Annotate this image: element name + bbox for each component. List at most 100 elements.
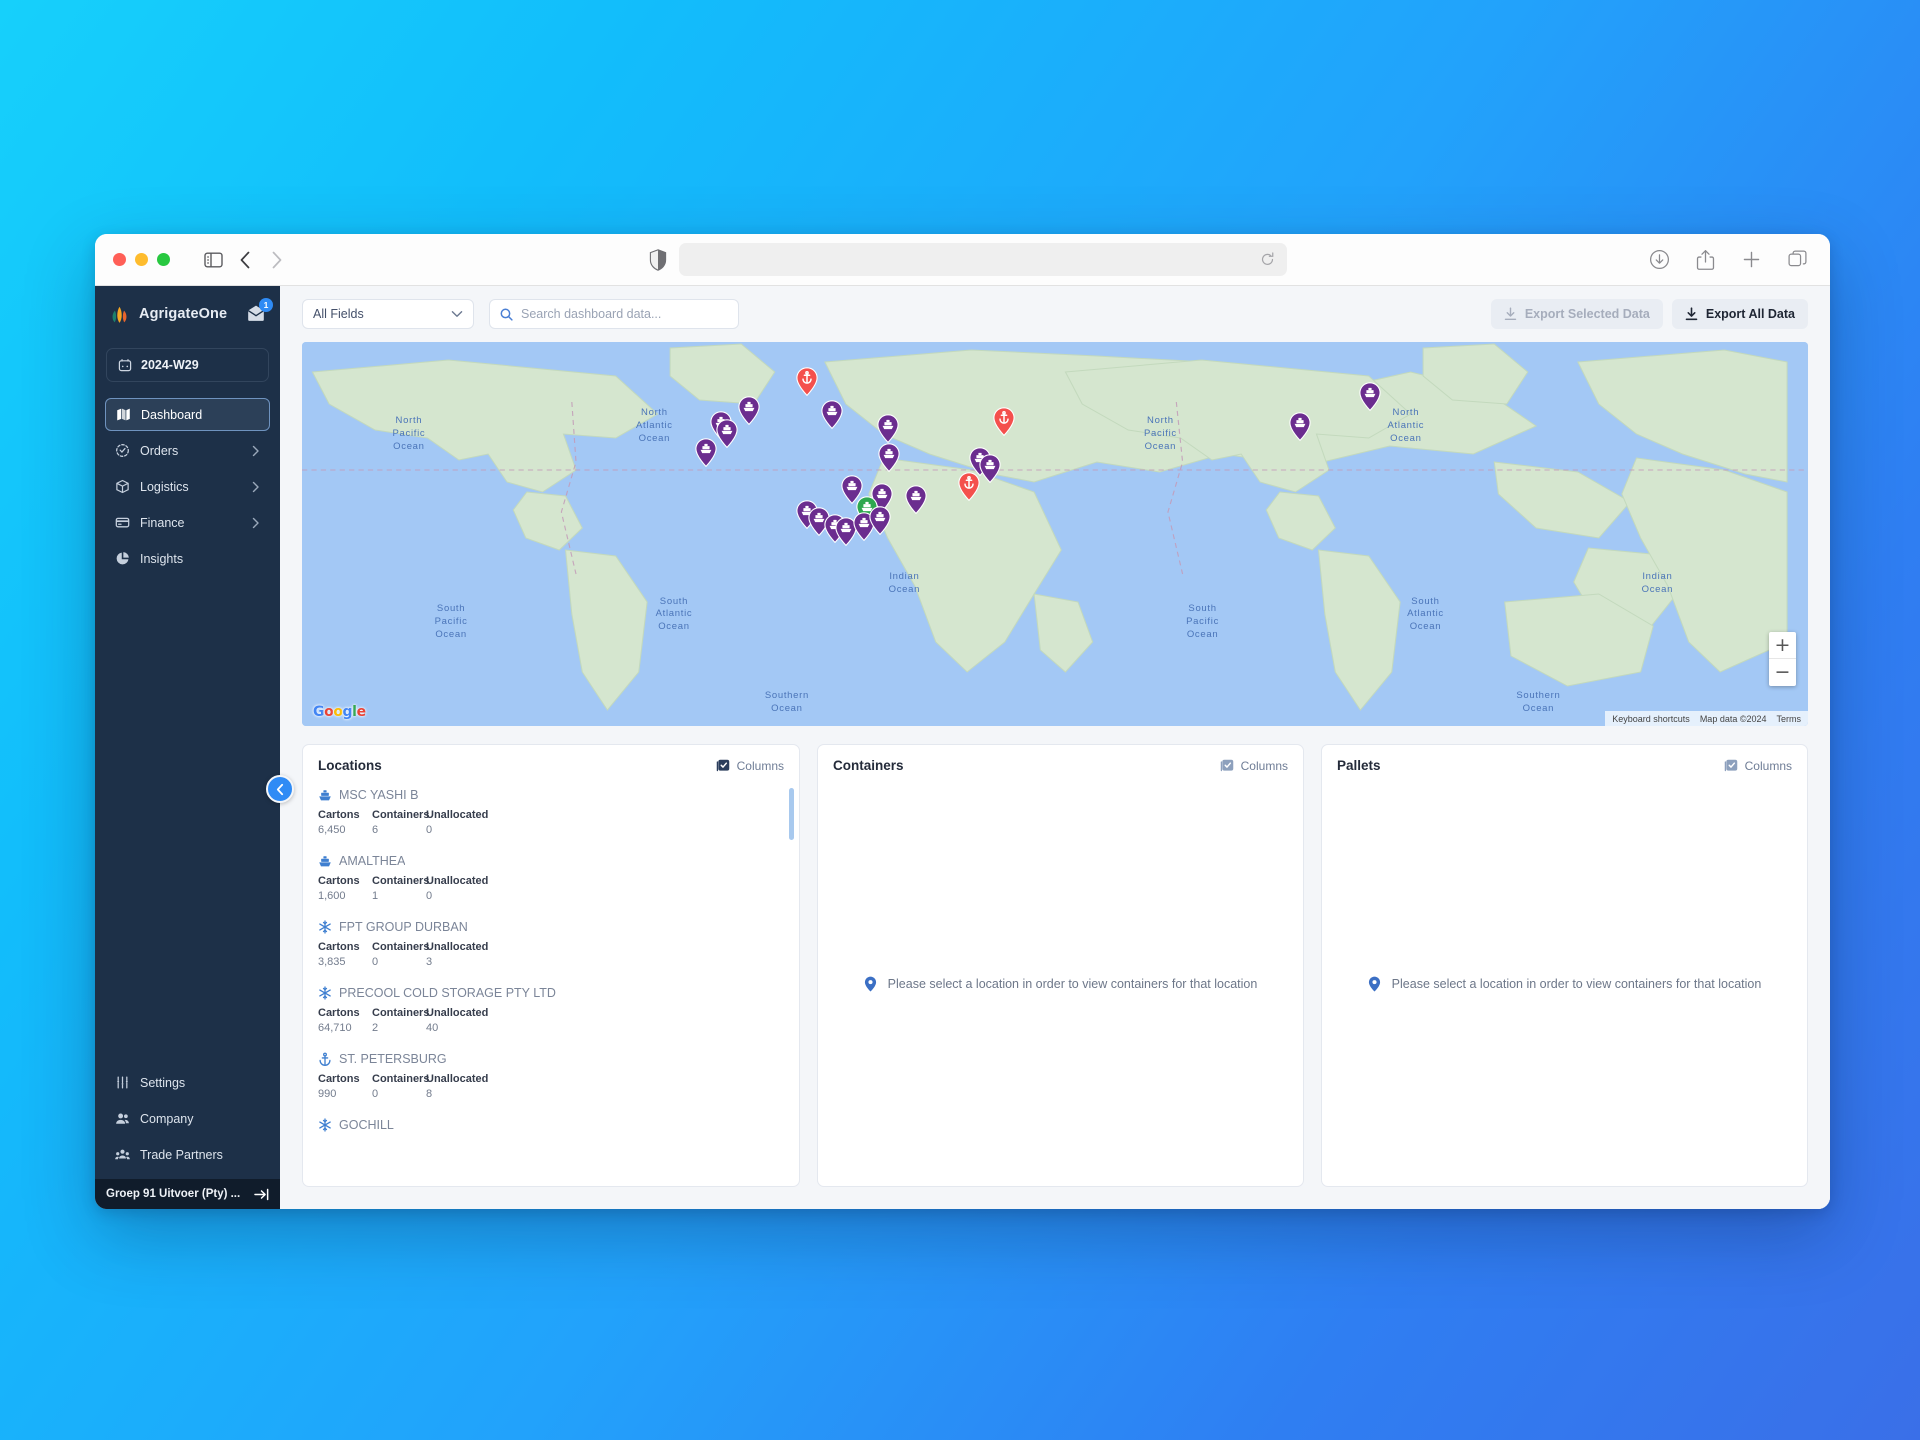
containers-columns-button[interactable]: Columns bbox=[1220, 759, 1288, 773]
back-button[interactable] bbox=[230, 245, 260, 275]
pallets-panel: Pallets Columns Please select a location… bbox=[1321, 744, 1808, 1187]
map-marker-ship[interactable] bbox=[694, 438, 717, 468]
locations-columns-button[interactable]: Columns bbox=[716, 759, 784, 773]
map-marker-port[interactable] bbox=[993, 407, 1015, 437]
stat-containers: Containers 0 bbox=[372, 939, 429, 970]
location-name-row[interactable]: ST. PETERSBURG bbox=[318, 1046, 784, 1071]
sidebar-toggle-icon[interactable] bbox=[198, 245, 228, 275]
stat-value: 6,450 bbox=[318, 824, 346, 836]
map-marker-port[interactable] bbox=[958, 472, 980, 502]
location-item[interactable]: PRECOOL COLD STORAGE PTY LTD Cartons 64,71… bbox=[318, 980, 784, 1046]
sidebar-item-label: Logistics bbox=[140, 479, 189, 494]
ship-icon bbox=[318, 854, 332, 868]
search-input[interactable] bbox=[521, 307, 728, 321]
map-marker-ship[interactable] bbox=[1289, 412, 1312, 442]
settings-icon bbox=[115, 1075, 130, 1090]
panel-title: Pallets bbox=[1337, 758, 1381, 773]
agrigate-leaf-logo bbox=[112, 306, 127, 323]
location-item[interactable]: ST. PETERSBURG Cartons 990 Containers 0 Unall… bbox=[318, 1046, 784, 1112]
stat-unallocated: Unallocated 0 bbox=[426, 873, 511, 904]
stat-header: Containers bbox=[372, 1007, 430, 1019]
keyboard-shortcuts-link[interactable]: Keyboard shortcuts bbox=[1612, 714, 1690, 724]
location-name-row[interactable]: AMALTHEA bbox=[318, 848, 784, 873]
locations-scrollbar[interactable] bbox=[789, 788, 794, 840]
export-all-data-button[interactable]: Export All Data bbox=[1671, 299, 1808, 329]
world-map[interactable]: North Pacific Ocean North Atlantic Ocean S… bbox=[302, 342, 1808, 726]
map-marker-ship[interactable] bbox=[1359, 382, 1381, 412]
stat-unallocated: Unallocated 3 bbox=[426, 939, 511, 970]
tab-overview-icon[interactable] bbox=[1782, 245, 1812, 275]
sidebar-collapse-button[interactable] bbox=[266, 775, 294, 803]
minimize-button[interactable] bbox=[135, 253, 148, 266]
zoom-in-button[interactable]: + bbox=[1769, 632, 1796, 659]
locations-list[interactable]: MSC YASHI B Cartons 6,450 Containers 6 Unallo… bbox=[303, 782, 799, 1186]
share-icon[interactable] bbox=[1690, 245, 1720, 275]
download-icon bbox=[1685, 307, 1698, 321]
zoom-out-button[interactable]: − bbox=[1769, 659, 1796, 686]
sidebar-item-label: Dashboard bbox=[141, 407, 203, 422]
sidebar-item-insights[interactable]: Insights bbox=[105, 542, 270, 575]
map-marker-ship[interactable] bbox=[878, 443, 900, 473]
stat-value: 2 bbox=[372, 1022, 379, 1034]
main-content: All Fields Search dashboard data... Expo… bbox=[266, 286, 1830, 1209]
sidebar-item-orders[interactable]: Orders bbox=[105, 434, 270, 467]
stat-cartons: Cartons 64,710 bbox=[318, 1005, 372, 1036]
map-marker-ship[interactable] bbox=[738, 396, 760, 425]
location-name: AMALTHEA bbox=[339, 854, 406, 868]
account-bar[interactable]: Groep 91 Uitvoer (Pty) ... bbox=[95, 1179, 280, 1209]
map-attribution: Keyboard shortcuts Map data ©2024 Terms bbox=[1605, 711, 1808, 726]
pallets-columns-button[interactable]: Columns bbox=[1724, 759, 1792, 773]
orders-icon bbox=[115, 443, 130, 458]
map-icon bbox=[116, 407, 131, 422]
map-marker-ship[interactable] bbox=[905, 485, 928, 515]
stat-header: Cartons bbox=[318, 941, 360, 953]
containers-empty-state: Please select a location in order to vie… bbox=[818, 782, 1303, 1186]
maximize-button[interactable] bbox=[157, 253, 170, 266]
snowflake-icon bbox=[318, 920, 332, 934]
sidebar-item-settings[interactable]: Settings bbox=[105, 1066, 270, 1099]
map-zoom-controls[interactable]: + − bbox=[1769, 632, 1796, 686]
locations-panel: Locations Columns MSC YASHI B Cartons 6,… bbox=[302, 744, 800, 1187]
location-name-row[interactable]: GOCHILL bbox=[318, 1112, 784, 1137]
map-marker-ship[interactable] bbox=[716, 419, 738, 449]
pie-chart-icon bbox=[115, 551, 130, 566]
forward-button[interactable] bbox=[262, 245, 292, 275]
terms-link[interactable]: Terms bbox=[1777, 714, 1802, 724]
location-item[interactable]: AMALTHEA Cartons 1,600 Containers 1 Unallocat… bbox=[318, 848, 784, 914]
map-marker-ship[interactable] bbox=[979, 454, 1001, 484]
address-bar[interactable] bbox=[679, 243, 1287, 276]
reload-icon[interactable] bbox=[1260, 252, 1275, 267]
location-name-row[interactable]: FPT GROUP DURBAN bbox=[318, 914, 784, 939]
logout-icon[interactable] bbox=[254, 1188, 269, 1201]
close-button[interactable] bbox=[113, 253, 126, 266]
stat-containers: Containers 6 bbox=[372, 807, 429, 838]
map-marker-ship[interactable] bbox=[869, 506, 891, 535]
search-box[interactable] bbox=[489, 299, 739, 329]
new-tab-icon[interactable] bbox=[1736, 245, 1766, 275]
downloads-icon[interactable] bbox=[1644, 245, 1674, 275]
stat-containers: Containers 0 bbox=[372, 1071, 429, 1102]
sidebar-item-trade-partners[interactable]: Trade Partners bbox=[105, 1138, 270, 1171]
map-canvas[interactable] bbox=[302, 342, 1808, 726]
stat-header: Unallocated bbox=[426, 941, 489, 953]
map-marker-ship[interactable] bbox=[821, 400, 843, 430]
location-stats: Cartons 3,835 Containers 0 Unallocated 3 bbox=[318, 939, 784, 977]
sidebar-item-company[interactable]: Company bbox=[105, 1102, 270, 1135]
week-selector[interactable]: 2024-W29 bbox=[106, 348, 269, 382]
location-item[interactable]: MSC YASHI B Cartons 6,450 Containers 6 Unallo… bbox=[318, 782, 784, 848]
sidebar-item-dashboard[interactable]: Dashboard bbox=[105, 398, 270, 431]
location-item[interactable]: FPT GROUP DURBAN Cartons 3,835 Containers 0 U… bbox=[318, 914, 784, 980]
export-selected-data-button[interactable]: Export Selected Data bbox=[1490, 299, 1663, 329]
stat-unallocated: Unallocated 8 bbox=[426, 1071, 511, 1102]
field-filter-select[interactable]: All Fields bbox=[302, 299, 474, 329]
location-name-row[interactable]: MSC YASHI B bbox=[318, 782, 784, 807]
sidebar-item-logistics[interactable]: Logistics bbox=[105, 470, 270, 503]
map-marker-ship[interactable] bbox=[877, 413, 899, 443]
stat-cartons: Cartons 990 bbox=[318, 1071, 372, 1102]
sidebar-item-finance[interactable]: Finance bbox=[105, 506, 270, 539]
map-marker-port[interactable] bbox=[795, 366, 818, 396]
location-item[interactable]: GOCHILL bbox=[318, 1112, 784, 1140]
location-name-row[interactable]: PRECOOL COLD STORAGE PTY LTD bbox=[318, 980, 784, 1005]
panel-title: Locations bbox=[318, 758, 382, 773]
inbox-button[interactable]: 1 bbox=[246, 298, 273, 324]
